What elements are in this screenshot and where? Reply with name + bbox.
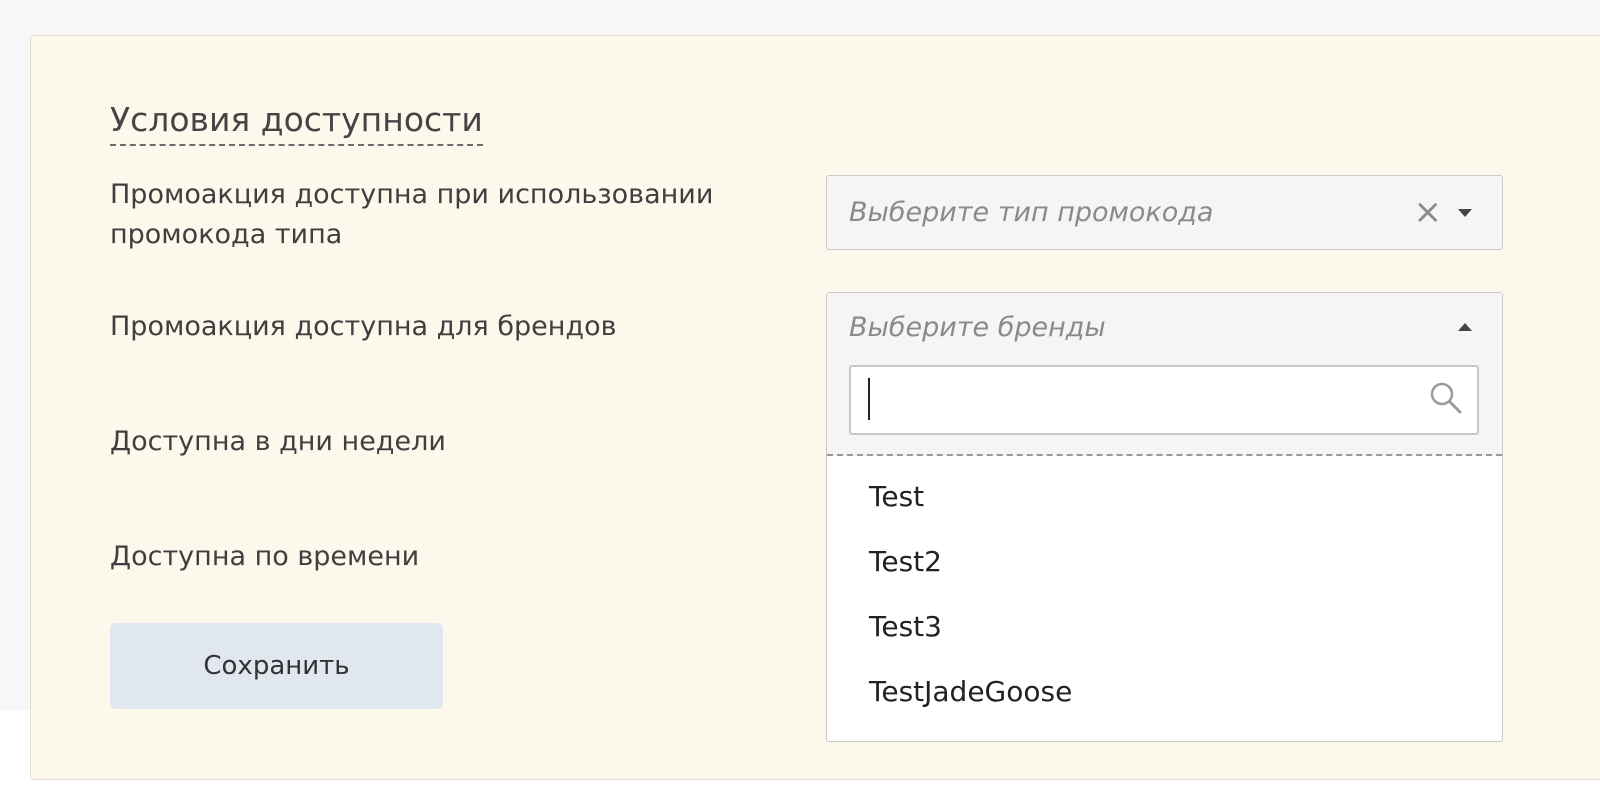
- save-button[interactable]: Сохранить: [110, 623, 443, 709]
- close-icon[interactable]: ×: [1414, 176, 1443, 249]
- brands-search-area: [827, 363, 1502, 456]
- caret-up-icon[interactable]: [1458, 323, 1472, 331]
- brands-select-header[interactable]: Выберите бренды: [827, 293, 1502, 363]
- brand-option[interactable]: Test2: [827, 529, 1502, 594]
- section-title[interactable]: Условия доступности: [110, 96, 483, 146]
- caret-down-icon[interactable]: [1458, 209, 1472, 217]
- brands-placeholder: Выберите бренды: [849, 312, 1106, 343]
- promo-type-select[interactable]: Выберите тип промокода ×: [826, 175, 1503, 250]
- text-cursor: [868, 378, 870, 420]
- brands-label: Промоакция доступна для брендов: [110, 311, 617, 342]
- brand-option[interactable]: Test3: [827, 594, 1502, 659]
- promo-type-placeholder: Выберите тип промокода: [849, 197, 1214, 228]
- brands-options-list: Test Test2 Test3 TestJadeGoose: [827, 464, 1502, 724]
- brand-option[interactable]: Test: [827, 464, 1502, 529]
- weekdays-label: Доступна в дни недели: [110, 426, 446, 457]
- search-icon: [1430, 382, 1462, 414]
- brands-search-input[interactable]: [849, 365, 1479, 435]
- brand-option[interactable]: TestJadeGoose: [827, 659, 1502, 724]
- time-label: Доступна по времени: [110, 541, 420, 572]
- brands-select[interactable]: Выберите бренды Test Test2 Test3 TestJad…: [826, 292, 1503, 742]
- promo-type-label: Промоакция доступна при использовании пр…: [110, 179, 714, 250]
